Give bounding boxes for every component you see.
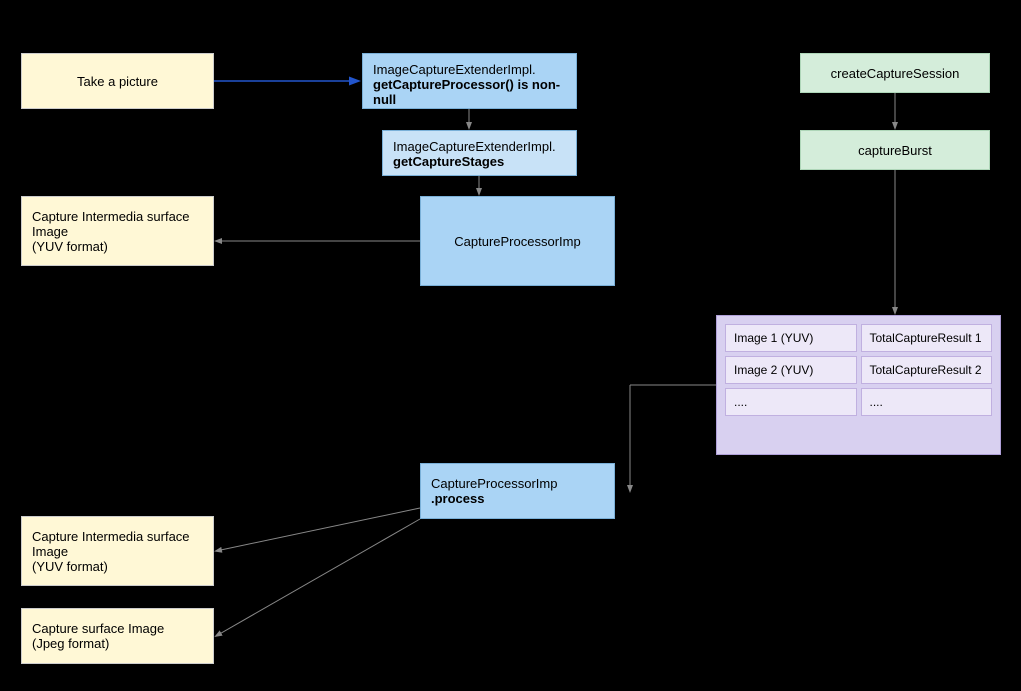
capture-intermedia-top-line2: (YUV format): [32, 239, 203, 254]
get-capture-stages-line1: ImageCaptureExtenderImpl.: [393, 139, 566, 154]
capture-intermedia-bottom-line1: Capture Intermedia surface Image: [32, 529, 203, 559]
capture-intermedia-top-box: Capture Intermedia surface Image (YUV fo…: [21, 196, 214, 266]
get-capture-stages-box: ImageCaptureExtenderImpl. getCaptureStag…: [382, 130, 577, 176]
capture-results-table: Image 1 (YUV) TotalCaptureResult 1 Image…: [725, 324, 992, 416]
capture-burst-box: captureBurst: [800, 130, 990, 170]
table-cell-result2: TotalCaptureResult 2: [861, 356, 993, 384]
capture-processor-impl-process-box: CaptureProcessorImp .process: [420, 463, 615, 519]
get-capture-stages-line2: getCaptureStages: [393, 154, 566, 169]
capture-processor-impl-process-line2: .process: [431, 491, 604, 506]
capture-surface-jpeg-line1: Capture surface Image: [32, 621, 203, 636]
capture-burst-label: captureBurst: [858, 143, 932, 158]
get-capture-processor-line1: ImageCaptureExtenderImpl.: [373, 62, 566, 77]
table-cell-dots2: ....: [861, 388, 993, 416]
capture-processor-impl-top-label: CaptureProcessorImp: [454, 234, 580, 249]
get-capture-processor-box: ImageCaptureExtenderImpl. getCaptureProc…: [362, 53, 577, 109]
capture-surface-jpeg-box: Capture surface Image (Jpeg format): [21, 608, 214, 664]
capture-intermedia-bottom-line2: (YUV format): [32, 559, 203, 574]
table-cell-dots1: ....: [725, 388, 857, 416]
table-cell-img1: Image 1 (YUV): [725, 324, 857, 352]
create-capture-session-box: createCaptureSession: [800, 53, 990, 93]
take-picture-box: Take a picture: [21, 53, 214, 109]
capture-processor-impl-top-box: CaptureProcessorImp: [420, 196, 615, 286]
take-picture-label: Take a picture: [77, 74, 158, 89]
capture-intermedia-bottom-box: Capture Intermedia surface Image (YUV fo…: [21, 516, 214, 586]
get-capture-processor-line2: getCaptureProcessor() is non-null: [373, 77, 566, 107]
capture-surface-jpeg-line2: (Jpeg format): [32, 636, 203, 651]
table-cell-result1: TotalCaptureResult 1: [861, 324, 993, 352]
capture-processor-impl-process-line1: CaptureProcessorImp: [431, 476, 604, 491]
capture-intermedia-top-line1: Capture Intermedia surface Image: [32, 209, 203, 239]
capture-results-table-container: Image 1 (YUV) TotalCaptureResult 1 Image…: [716, 315, 1001, 455]
table-cell-img2: Image 2 (YUV): [725, 356, 857, 384]
create-capture-session-label: createCaptureSession: [831, 66, 960, 81]
